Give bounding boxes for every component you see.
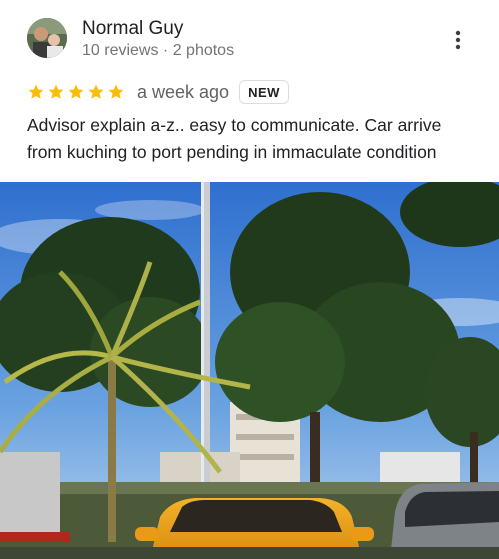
new-badge: NEW [239, 80, 289, 104]
more-options-button[interactable] [446, 28, 470, 52]
review-card: Normal Guy 10 reviews · 2 photos a week … [0, 0, 499, 559]
reviewer-meta: 10 reviews · 2 photos [82, 42, 235, 59]
reviewer-name[interactable]: Normal Guy [82, 18, 183, 40]
star-icon [28, 84, 44, 99]
review-text: Advisor explain a-z.. easy to communicat… [27, 115, 442, 162]
star-icon [108, 84, 124, 99]
rating-row: a week ago NEW [27, 78, 289, 106]
reviewer-avatar[interactable] [27, 18, 67, 58]
star-icon [88, 84, 104, 99]
avatar-image [27, 18, 67, 58]
review-time: a week ago [137, 81, 230, 102]
review-header: Normal Guy 10 reviews · 2 photos [0, 0, 499, 70]
star-icon [68, 84, 84, 99]
star-icon [48, 84, 64, 99]
review-photo[interactable] [0, 182, 499, 559]
star-rating [27, 83, 125, 101]
more-vert-icon [455, 30, 461, 50]
photo-image [0, 182, 499, 559]
